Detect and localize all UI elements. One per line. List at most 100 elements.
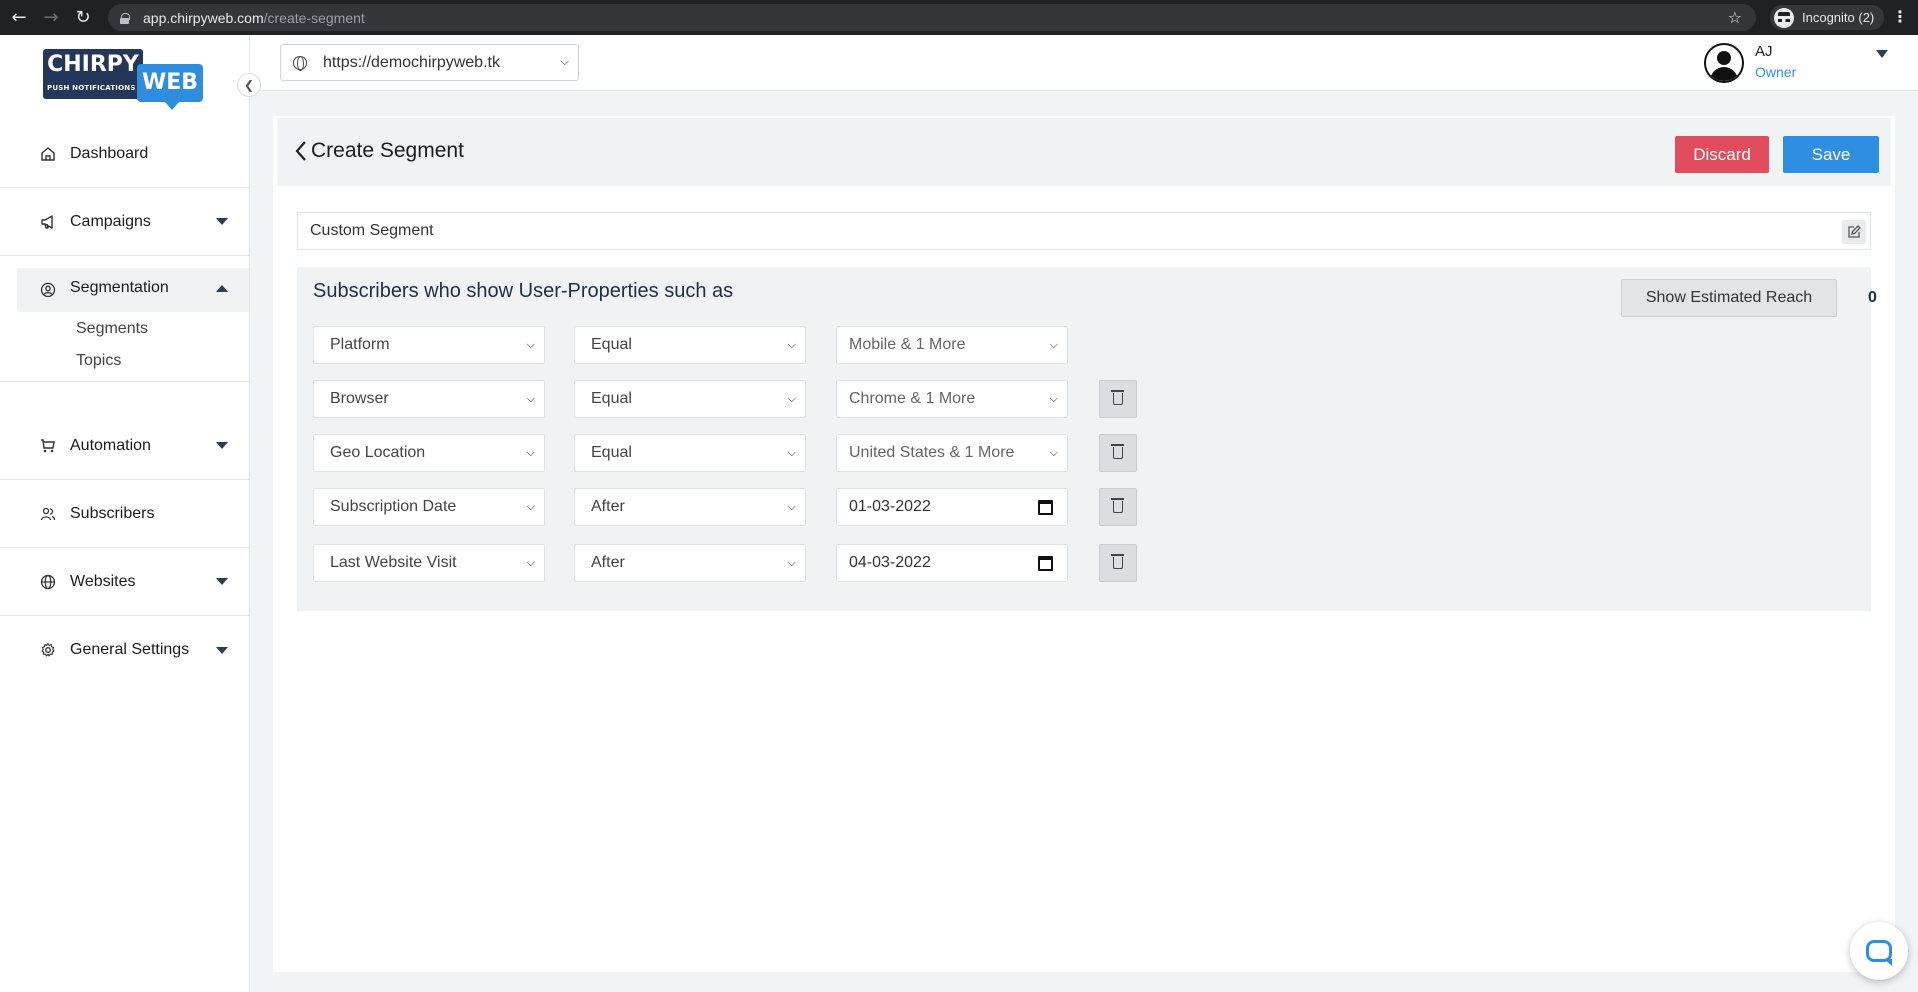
rule-operator-select[interactable]: Equal ⌵: [574, 434, 806, 472]
estimated-reach-count: 0: [1868, 289, 1877, 306]
globe-icon: [293, 55, 307, 71]
sidebar-subitem-topics[interactable]: Topics: [76, 352, 121, 370]
rule-row: Last Website Visit ⌵ After ⌵ 04-03-2022: [313, 544, 1173, 582]
calendar-icon[interactable]: [1038, 556, 1053, 571]
sidebar-item-subscribers[interactable]: Subscribers: [0, 480, 249, 548]
user-menu-caret-icon[interactable]: [1876, 50, 1888, 58]
sidebar-item-segmentation[interactable]: Segmentation Segments Topics: [0, 256, 249, 382]
rule-field-select[interactable]: Subscription Date ⌵: [313, 488, 545, 526]
save-button[interactable]: Save: [1783, 136, 1879, 173]
chevron-down-icon: ⌵: [1049, 447, 1058, 459]
bookmark-star-icon[interactable]: ☆: [1728, 8, 1742, 27]
chevron-down-icon: ⌵: [1049, 339, 1058, 351]
rule-field-select[interactable]: Last Website Visit ⌵: [313, 544, 545, 582]
chevron-down-icon: ⌵: [787, 447, 796, 459]
sidebar-item-automation[interactable]: Automation: [0, 412, 249, 480]
discard-button[interactable]: Discard: [1675, 136, 1769, 173]
users-icon: [40, 506, 56, 522]
trash-icon: [1111, 554, 1124, 569]
card-header: Create Segment Discard Save: [277, 118, 1891, 186]
chevron-down-icon: [216, 218, 228, 225]
rule-date-input[interactable]: 04-03-2022: [836, 544, 1068, 582]
avatar[interactable]: [1704, 43, 1744, 83]
rule-operator-select[interactable]: Equal ⌵: [574, 326, 806, 364]
sidebar-item-label: Websites: [70, 572, 136, 590]
chevron-down-icon: [216, 442, 228, 449]
rule-operator-select[interactable]: Equal ⌵: [574, 380, 806, 418]
rule-value-select[interactable]: Chrome & 1 More ⌵: [836, 380, 1068, 418]
sidebar-subitem-segments[interactable]: Segments: [76, 320, 148, 338]
chevron-down-icon: ⌵: [787, 339, 796, 351]
sidebar-item-websites[interactable]: Websites: [0, 548, 249, 616]
lock-icon: [120, 12, 130, 24]
chevron-down-icon: ⌵: [787, 393, 796, 405]
rule-date-value: 04-03-2022: [849, 554, 931, 571]
url-host: app.chirpyweb.com: [143, 9, 264, 26]
rule-row: Subscription Date ⌵ After ⌵ 01-03-2022: [313, 488, 1173, 526]
chevron-down-icon: ⌵: [560, 56, 569, 68]
sidebar-item-label: Dashboard: [70, 144, 149, 162]
megaphone-icon: [40, 214, 56, 230]
sidebar-item-dashboard[interactable]: Dashboard: [0, 120, 249, 188]
browser-menu-icon[interactable]: ⋮: [1892, 7, 1908, 27]
delete-rule-button[interactable]: [1099, 380, 1137, 418]
rule-operator-select[interactable]: After ⌵: [574, 544, 806, 582]
rule-operator-value: After: [591, 554, 625, 571]
cart-icon: [40, 438, 56, 454]
browser-toolbar: ← → ↻ app.chirpyweb.com/create-segment ☆…: [0, 0, 1918, 35]
support-chat-button[interactable]: [1850, 922, 1908, 980]
rule-field-select[interactable]: Platform ⌵: [313, 326, 545, 364]
rule-value-select[interactable]: United States & 1 More ⌵: [836, 434, 1068, 472]
user-name[interactable]: AJ: [1755, 43, 1773, 60]
reload-icon[interactable]: ↻: [70, 5, 96, 31]
back-chevron-icon[interactable]: [294, 140, 308, 167]
delete-rule-button[interactable]: [1099, 488, 1137, 526]
rule-operator-select[interactable]: After ⌵: [574, 488, 806, 526]
incognito-indicator[interactable]: Incognito (2): [1770, 5, 1885, 30]
edit-icon[interactable]: [1842, 220, 1866, 244]
chevron-down-icon: ⌵: [526, 501, 535, 513]
chevron-down-icon: ⌵: [1049, 393, 1058, 405]
forward-arrow-icon[interactable]: →: [38, 5, 64, 31]
website-selector-value: https://demochirpyweb.tk: [323, 53, 500, 71]
rule-row: Platform ⌵ Equal ⌵ Mobile & 1 More ⌵: [313, 326, 1173, 364]
rule-row: Browser ⌵ Equal ⌵ Chrome & 1 More ⌵: [313, 380, 1173, 418]
incognito-label: Incognito (2): [1802, 10, 1875, 25]
delete-rule-button[interactable]: [1099, 434, 1137, 472]
rule-row: Geo Location ⌵ Equal ⌵ United States & 1 M…: [313, 434, 1173, 472]
rules-heading: Subscribers who show User-Properties suc…: [313, 280, 734, 302]
chevron-down-icon: ⌵: [526, 339, 535, 351]
sidebar-item-label: Campaigns: [70, 212, 151, 230]
rule-operator-value: Equal: [591, 390, 632, 407]
rule-field-value: Platform: [330, 336, 390, 353]
chevron-left-icon: ❮: [243, 78, 255, 92]
rule-field-value: Browser: [330, 390, 389, 407]
rule-field-select[interactable]: Browser ⌵: [313, 380, 545, 418]
address-bar[interactable]: app.chirpyweb.com/create-segment ☆: [108, 4, 1756, 31]
sidebar-collapse-button[interactable]: ❮: [237, 73, 261, 97]
segment-name-field[interactable]: Custom Segment: [297, 212, 1871, 250]
show-estimated-reach-button[interactable]: Show Estimated Reach: [1621, 279, 1837, 317]
rule-field-select[interactable]: Geo Location ⌵: [313, 434, 545, 472]
rule-value-select[interactable]: Mobile & 1 More ⌵: [836, 326, 1068, 364]
globe-icon: [40, 574, 56, 590]
chevron-down-icon: ⌵: [526, 447, 535, 459]
incognito-icon: [1774, 7, 1794, 28]
rule-field-value: Last Website Visit: [330, 554, 457, 571]
delete-rule-button[interactable]: [1099, 544, 1137, 582]
chevron-up-icon: [216, 285, 228, 292]
calendar-icon[interactable]: [1038, 500, 1053, 515]
chevron-down-icon: [216, 646, 228, 654]
home-icon: [40, 146, 56, 162]
back-arrow-icon[interactable]: ←: [6, 5, 32, 31]
chevron-down-icon: ⌵: [787, 557, 796, 569]
website-selector[interactable]: https://demochirpyweb.tk ⌵: [280, 44, 579, 81]
chevron-down-icon: [216, 578, 228, 585]
rule-date-input[interactable]: 01-03-2022: [836, 488, 1068, 526]
chirpyweb-logo[interactable]: CHIRPY PUSH NOTIFICATIONS WEB: [43, 49, 205, 110]
rule-value-text: Chrome & 1 More: [849, 390, 976, 407]
sidebar: CHIRPY PUSH NOTIFICATIONS WEB Dashboard …: [0, 35, 250, 992]
sidebar-item-campaigns[interactable]: Campaigns: [0, 188, 249, 256]
rule-field-value: Geo Location: [330, 444, 426, 461]
sidebar-item-general-settings[interactable]: General Settings: [0, 616, 249, 684]
